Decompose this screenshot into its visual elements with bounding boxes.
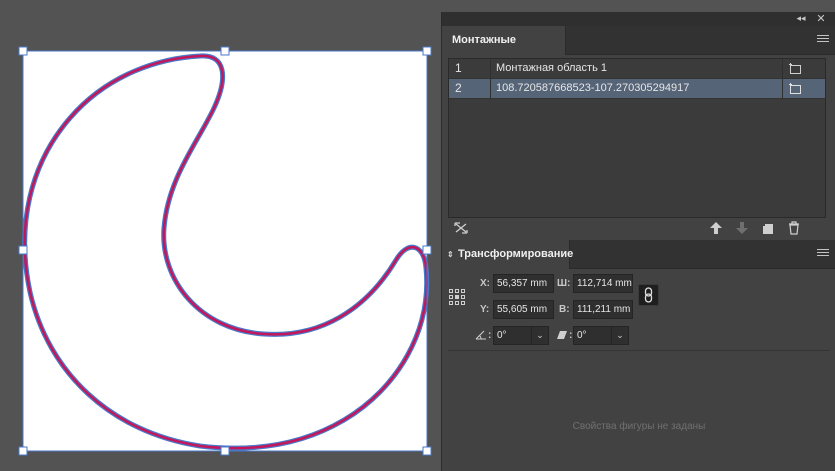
shear-label: : xyxy=(569,330,573,341)
height-input[interactable]: 111,211 mm xyxy=(573,300,633,319)
handle-bottom-left[interactable] xyxy=(18,446,28,456)
artboards-list[interactable]: 1 Монтажная область 1 2 108.720587668523… xyxy=(448,58,826,218)
handle-middle-right[interactable] xyxy=(422,245,432,255)
no-shape-properties-text: Свойства фигуры не заданы xyxy=(572,421,706,432)
rotate-label: : xyxy=(488,330,492,341)
artboard-row-2[interactable]: 2 108.720587668523-107.270305294917 xyxy=(449,79,825,99)
handle-top-middle[interactable] xyxy=(220,46,230,56)
rotate-angle-icon xyxy=(475,330,486,340)
handle-bottom-middle[interactable] xyxy=(220,446,230,456)
x-label: X: xyxy=(480,278,490,289)
tab-transform[interactable]: ⇕ Трансформирование xyxy=(442,240,574,269)
y-input[interactable]: 55,605 mm xyxy=(493,300,554,319)
chevron-down-icon[interactable]: ⌄ xyxy=(611,327,628,344)
x-input[interactable]: 56,357 mm xyxy=(493,274,554,293)
link-icon xyxy=(644,287,653,303)
transform-panel-header: ⇕ Трансформирование xyxy=(442,240,835,269)
reference-point-icon[interactable] xyxy=(448,288,466,306)
artboards-panel-menu-icon[interactable] xyxy=(816,33,830,47)
artboard-options-icon[interactable] xyxy=(789,62,802,74)
width-label: Ш: xyxy=(557,278,571,289)
section-divider xyxy=(448,350,830,351)
artboard-options-icon[interactable] xyxy=(789,82,802,94)
height-label: В: xyxy=(559,304,570,315)
handle-top-left[interactable] xyxy=(18,46,28,56)
panel-dock: ◂◂ ✕ Монтажные области 1 Монтажная облас… xyxy=(441,12,835,471)
column-divider xyxy=(782,79,783,98)
close-dock-icon[interactable]: ✕ xyxy=(814,12,828,26)
handle-middle-left[interactable] xyxy=(18,245,28,255)
transform-panel-menu-icon[interactable] xyxy=(816,247,830,261)
expand-collapse-icon[interactable]: ⇕ xyxy=(447,240,454,269)
shear-angle-icon xyxy=(557,331,567,339)
artboards-panel-header: Монтажные области xyxy=(442,26,835,75)
artboard-name[interactable]: Монтажная область 1 xyxy=(496,59,607,78)
handle-top-right[interactable] xyxy=(422,46,432,56)
artboard-row-1[interactable]: 1 Монтажная область 1 xyxy=(449,59,825,79)
column-divider xyxy=(490,79,491,98)
rotate-angle-select[interactable]: 0° ⌄ xyxy=(493,326,549,345)
dock-title-bar: ◂◂ ✕ xyxy=(442,12,835,26)
rotate-angle-value: 0° xyxy=(497,330,507,341)
shear-angle-select[interactable]: 0° ⌄ xyxy=(573,326,629,345)
rearrange-icon[interactable] xyxy=(453,220,469,236)
collapse-dock-icon[interactable]: ◂◂ xyxy=(794,12,808,26)
artboards-panel-footer xyxy=(442,218,835,238)
artboard-view[interactable] xyxy=(0,0,441,471)
column-divider xyxy=(490,59,491,78)
artboard-number: 2 xyxy=(455,81,462,95)
chevron-down-icon[interactable]: ⌄ xyxy=(531,327,548,344)
new-artboard-icon[interactable] xyxy=(760,220,776,236)
width-input[interactable]: 112,714 mm xyxy=(573,274,633,293)
move-up-icon[interactable] xyxy=(708,220,724,236)
move-down-icon[interactable] xyxy=(734,220,750,236)
constrain-proportions-button[interactable] xyxy=(638,284,659,306)
shear-angle-value: 0° xyxy=(577,330,587,341)
document-canvas[interactable] xyxy=(0,0,441,471)
handle-bottom-right[interactable] xyxy=(422,446,432,456)
tab-artboards[interactable]: Монтажные области xyxy=(442,26,566,75)
delete-icon[interactable] xyxy=(786,220,802,236)
artboard-number: 1 xyxy=(455,61,462,75)
tab-transform-label: Трансформирование xyxy=(458,248,574,260)
column-divider xyxy=(782,59,783,78)
y-label: Y: xyxy=(480,304,490,315)
artboard-name[interactable]: 108.720587668523-107.270305294917 xyxy=(496,79,689,98)
